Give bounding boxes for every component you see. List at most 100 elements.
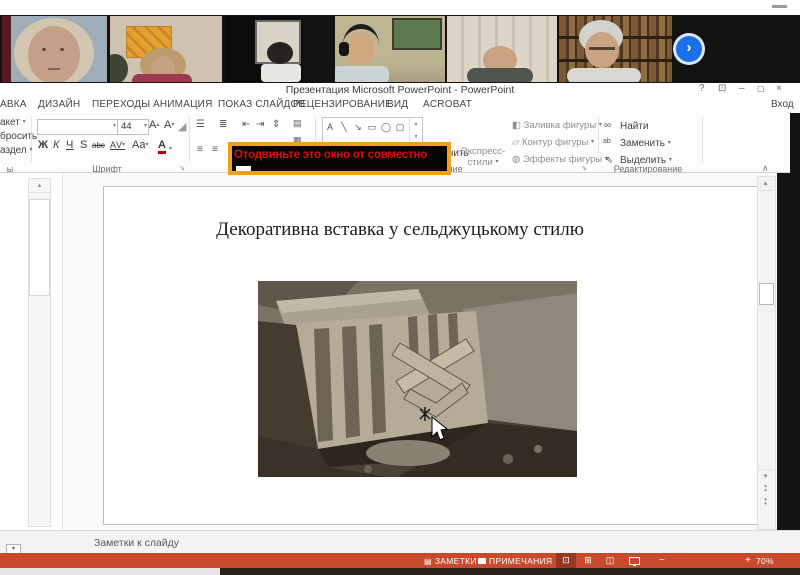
replace-button[interactable]: Заменить ▾ bbox=[620, 138, 671, 149]
shape-icon[interactable]: ▭ bbox=[365, 118, 379, 137]
scroll-up-icon[interactable]: ▴ bbox=[758, 177, 773, 191]
shrink-font-button[interactable]: А▾ bbox=[164, 119, 174, 131]
clear-formatting-icon[interactable]: ◢ bbox=[178, 120, 186, 133]
down-arrow-icon[interactable]: ▾ bbox=[414, 134, 417, 140]
shape-icon[interactable]: ↘ bbox=[351, 118, 365, 137]
sign-in-link[interactable]: Вход bbox=[771, 99, 794, 110]
font-name-combo[interactable]: ▾ bbox=[37, 119, 118, 135]
font-dialog-launcher-icon[interactable]: ⇘ bbox=[179, 164, 185, 172]
tab-perekhody[interactable]: ПЕРЕХОДЫ bbox=[92, 99, 150, 110]
chevron-down-icon[interactable]: ▾ bbox=[169, 145, 172, 152]
participant-video-4[interactable] bbox=[335, 16, 445, 82]
underline-button[interactable]: Ч bbox=[66, 139, 73, 151]
previous-slide-button[interactable]: ▴▴ bbox=[758, 485, 773, 492]
participant-video-2[interactable] bbox=[110, 16, 222, 82]
up-arrow-icon[interactable]: ▴ bbox=[414, 121, 417, 127]
chevron-down-icon: ▾ bbox=[30, 147, 33, 153]
italic-button[interactable]: К bbox=[53, 139, 59, 151]
bottom-strip-right bbox=[220, 568, 800, 575]
scroll-down-icon[interactable]: ▾ bbox=[758, 469, 773, 483]
section-button[interactable]: аздел ▾ bbox=[0, 145, 33, 156]
tab-retsenzirovanie[interactable]: РЕЦЕНЗИРОВАНИЕ bbox=[293, 99, 392, 110]
tab-animatsiya[interactable]: АНИМАЦИЯ bbox=[153, 99, 213, 110]
minimize-window-icon[interactable]: – bbox=[739, 83, 745, 94]
reading-view-button[interactable]: ◫ bbox=[600, 553, 620, 568]
tab-vid[interactable]: ВИД bbox=[387, 99, 408, 110]
minimize-icon[interactable] bbox=[772, 5, 787, 8]
participant-video-6[interactable] bbox=[559, 16, 672, 82]
powerpoint-titlebar: Презентация Microsoft PowerPoint - Power… bbox=[0, 83, 800, 96]
find-button[interactable]: Найти bbox=[620, 121, 649, 132]
participant-video-1[interactable] bbox=[2, 16, 107, 82]
shape-icon[interactable]: ▢ bbox=[393, 118, 407, 137]
notes-placeholder[interactable]: Заметки к слайду bbox=[94, 537, 179, 549]
text-shadow-button[interactable]: S bbox=[80, 139, 87, 151]
thumbnails-scrollbar[interactable]: ▴ bbox=[28, 178, 51, 527]
reset-button[interactable]: бросить bbox=[0, 131, 37, 142]
text-direction-icon[interactable]: ▤ bbox=[293, 118, 302, 129]
participant-eye bbox=[42, 48, 46, 51]
ribbon-display-options-icon[interactable]: ⊡ bbox=[718, 83, 726, 94]
scrollbar-thumb[interactable] bbox=[759, 283, 774, 305]
grow-font-button[interactable]: А▴ bbox=[149, 119, 159, 131]
scroll-up-icon[interactable]: ▴ bbox=[29, 179, 50, 193]
help-icon[interactable]: ? bbox=[699, 83, 705, 94]
participant-video-3[interactable] bbox=[225, 16, 303, 82]
slide-title[interactable]: Декоративна вставка у сельджуцькому стил… bbox=[100, 219, 700, 241]
slide-scrollbar[interactable]: ▴ ▾ ▴▴ ▾▾ bbox=[757, 176, 776, 530]
align-center-icon[interactable]: ≡ bbox=[212, 144, 218, 155]
change-case-button[interactable]: Aa▾ bbox=[132, 139, 148, 151]
slideshow-view-button[interactable] bbox=[624, 553, 644, 568]
next-slide-button[interactable]: ▾▾ bbox=[758, 499, 773, 506]
line-spacing-icon[interactable]: ⇕ bbox=[272, 119, 280, 130]
participant-hair bbox=[267, 42, 293, 64]
shape-icon[interactable]: ╲ bbox=[337, 118, 351, 137]
shape-effects-button[interactable]: ◍ Эффекты фигуры ▾ bbox=[512, 154, 608, 165]
find-icon: ∞ bbox=[604, 120, 611, 131]
participant-video-5[interactable] bbox=[447, 16, 557, 82]
quick-styles-button[interactable]: Экспресс- bbox=[452, 146, 514, 157]
tab-dizain[interactable]: ДИЗАЙН bbox=[38, 99, 80, 110]
normal-view-button[interactable]: ⊡ bbox=[556, 553, 576, 568]
shape-outline-button[interactable]: ▱ Контур фигуры ▾ bbox=[512, 137, 594, 148]
notes-toggle-button[interactable]: ▤ЗАМЕТКИ bbox=[424, 556, 477, 566]
outdent-icon[interactable]: ⇤ bbox=[242, 119, 250, 130]
slide-photo-stone-carving[interactable] bbox=[258, 281, 577, 477]
participant-torso bbox=[467, 68, 533, 82]
notes-panel[interactable]: Заметки к слайду ▾ bbox=[0, 530, 800, 554]
scrollbar-thumb[interactable] bbox=[29, 199, 50, 296]
zoom-in-button[interactable]: + bbox=[745, 555, 751, 566]
group-separator bbox=[702, 116, 703, 162]
chevron-down-icon: ▾ bbox=[145, 142, 148, 148]
slide-thumbnails-panel[interactable]: ▴ bbox=[0, 173, 63, 530]
zoom-out-button[interactable]: − bbox=[659, 555, 665, 566]
more-participants-button[interactable]: › bbox=[676, 36, 702, 62]
comments-toggle-button[interactable]: ПРИМЕЧАНИЯ bbox=[478, 556, 552, 566]
shape-outline-icon: ▱ bbox=[512, 137, 519, 148]
participant-torso bbox=[567, 68, 641, 82]
bullets-icon[interactable]: ☰ bbox=[196, 119, 205, 130]
restore-window-icon[interactable]: ▢ bbox=[757, 84, 765, 93]
shape-effects-icon: ◍ bbox=[512, 154, 520, 165]
right-edge-backdrop bbox=[790, 113, 800, 173]
strikethrough-button[interactable]: abc bbox=[92, 141, 105, 150]
slide-sorter-view-button[interactable]: ⊞ bbox=[578, 553, 598, 568]
shape-icon[interactable]: A bbox=[323, 118, 337, 137]
bold-button[interactable]: Ж bbox=[38, 139, 48, 151]
shape-fill-button[interactable]: ◧ Заливка фигуры ▾ bbox=[512, 120, 602, 131]
shape-icon[interactable]: ◯ bbox=[379, 118, 393, 137]
glasses bbox=[589, 47, 615, 50]
zoom-level[interactable]: 70% bbox=[756, 556, 774, 566]
up-arrow-icon: ▴ bbox=[156, 122, 159, 128]
numbering-icon[interactable]: ≣ bbox=[219, 119, 227, 130]
tab-vstavka[interactable]: АВКА bbox=[0, 99, 27, 110]
drawing-dialog-launcher-icon[interactable]: ⇘ bbox=[581, 164, 587, 172]
indent-icon[interactable]: ⇥ bbox=[256, 119, 264, 130]
font-color-button[interactable]: А bbox=[158, 139, 166, 154]
layout-button[interactable]: акет ▾ bbox=[0, 117, 26, 128]
font-size-combo[interactable]: 44▾ bbox=[117, 119, 149, 135]
close-window-icon[interactable]: × bbox=[776, 83, 782, 94]
tab-acrobat[interactable]: ACROBAT bbox=[423, 99, 472, 110]
character-spacing-button[interactable]: АV▾ bbox=[110, 140, 125, 150]
align-left-icon[interactable]: ≡ bbox=[197, 144, 203, 155]
